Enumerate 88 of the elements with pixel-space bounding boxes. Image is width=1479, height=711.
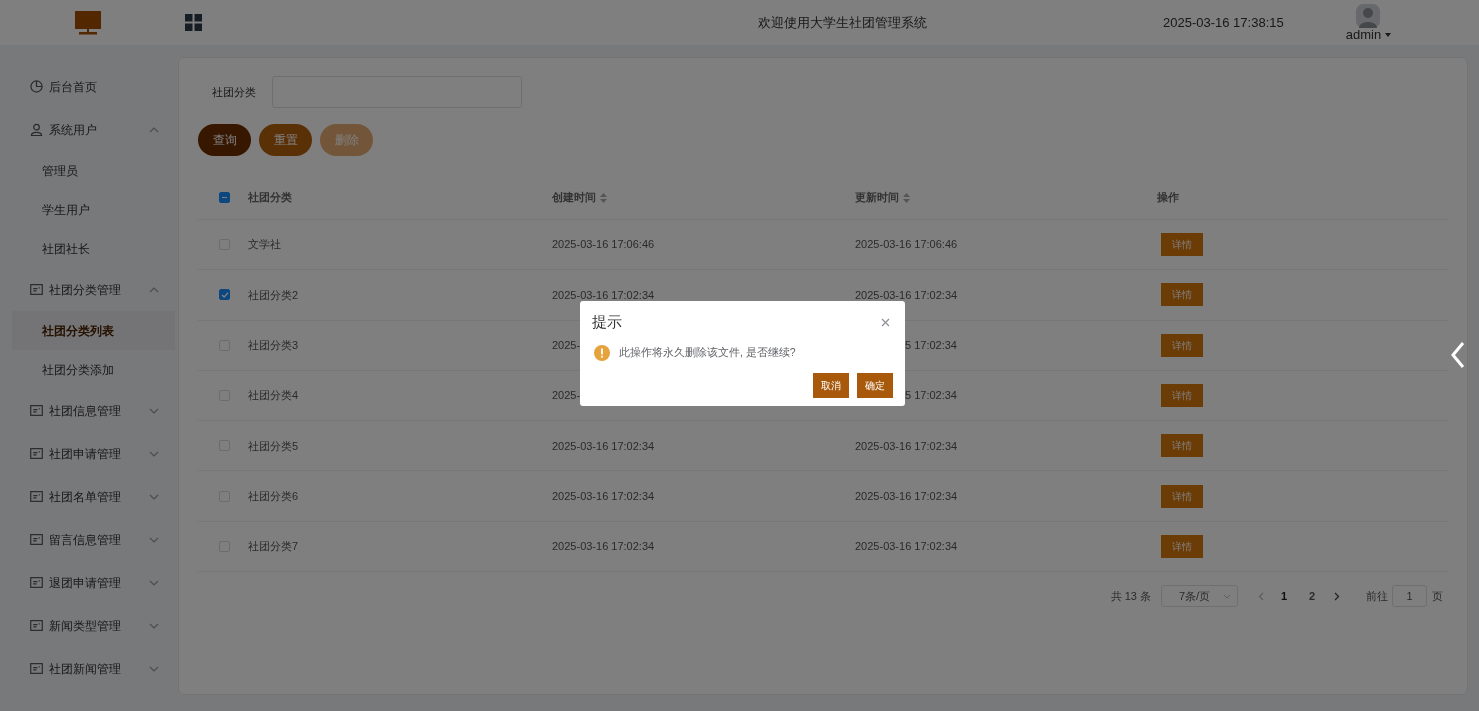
table-cell: 2025-03-16 17:02:34 [855,288,958,301]
table-cell: 2025-03-16 17:02:34 [552,288,655,301]
prev-page-icon[interactable] [1258,591,1264,601]
warning-icon [594,344,610,361]
sidebar-item[interactable]: 社团申请管理 [0,432,175,475]
sidebar-subitem[interactable]: 社团分类添加 [12,350,175,389]
user-menu[interactable]: admin [1345,27,1392,42]
table-cell-text: 社团分类6 [248,488,300,504]
user-icon [30,123,43,136]
sidebar-item[interactable]: 系统用户 [0,108,175,151]
sidebar-subitem[interactable]: 学生用户 [12,190,175,229]
datetime: 2025-03-16 17:38:15 [1163,13,1284,32]
details-button[interactable]: 详情 [1161,534,1203,558]
sidebar-item[interactable]: 社团名单管理 [0,475,175,518]
table-cell-text: 社团分类7 [248,539,300,555]
card-icon [30,620,43,631]
table-cell: 2025-03-16 17:02:34 [552,439,655,452]
card-icon [30,663,43,674]
sidebar-item[interactable]: 退团申请管理 [0,561,175,604]
card-icon [30,405,43,416]
sidebar-item[interactable]: 新闻类型管理 [0,604,175,647]
table-cell: 2025-03-16 17:02:34 [855,540,958,553]
table-cell: 5 17:02:34 [905,389,957,402]
sort-icon[interactable] [600,192,607,203]
details-button[interactable]: 详情 [1161,384,1203,408]
sidebar-subitem[interactable]: 社团分类列表 [12,311,175,350]
table-cell-text: 社团分类2 [248,287,300,303]
details-button[interactable]: 详情 [1161,333,1203,357]
table-cell: 2025-03-16 17:02:34 [855,439,958,452]
caret-icon [1385,32,1392,37]
sidebar-subitem[interactable]: 社团社长 [12,229,175,268]
dialog-title: 提示 [592,312,622,332]
goto-suffix: 页 [1432,588,1443,604]
page-button[interactable]: 2 [1304,587,1320,605]
table-cell: 2025-03-16 17:02:34 [552,489,655,502]
search-label: 社团分类 [212,84,256,100]
cancel-button[interactable]: 取消 [813,372,849,398]
goto-label: 前往 [1366,588,1388,604]
monitor-icon [74,10,101,35]
card-icon [30,448,43,459]
reset-button[interactable]: 重置 [259,124,312,156]
chevron-left-icon[interactable] [1450,341,1466,369]
page-size-select[interactable]: 7条/页 [1161,585,1238,608]
sidebar-subitem[interactable]: 管理员 [12,151,175,190]
grid-icon[interactable] [185,14,202,31]
column-header: 操作 [1157,190,1179,206]
table-cell: 2025-03-16 17:02:34 [552,540,655,553]
sort-icon[interactable] [903,192,910,203]
table-cell: 2025- [552,339,581,351]
sidebar-item[interactable]: 社团分类管理 [0,268,175,311]
checkbox[interactable] [219,192,230,203]
confirm-button[interactable]: 确定 [857,372,893,398]
table-cell: 2025-03-16 17:02:34 [855,489,958,502]
table-cell-text: 社团分类3 [248,338,300,353]
card-icon [30,491,43,502]
details-button[interactable]: 详情 [1161,434,1203,458]
table-cell: 5 17:02:34 [905,339,957,351]
column-header[interactable]: 创建时间 [552,189,596,206]
details-button[interactable]: 详情 [1161,283,1203,307]
query-button[interactable]: 查询 [198,124,251,156]
sidebar-item[interactable]: 留言信息管理 [0,518,175,561]
next-page-icon[interactable] [1334,591,1340,601]
total-count: 共 13 条 [1110,588,1151,604]
table-cell: 2025-03-16 17:06:46 [855,238,958,251]
table-cell: 2025- [552,389,581,402]
table-cell-text: 文学社 [248,237,282,253]
clock-icon [30,80,43,93]
table-cell-text: 社团分类4 [248,388,300,404]
sidebar-item[interactable]: 社团新闻管理 [0,647,175,690]
checkbox[interactable] [219,289,230,301]
chevron-down-icon [1223,593,1231,599]
column-header: 社团分类 [248,190,292,206]
system-title: 欢迎使用大学生社团管理系统 [758,13,927,32]
column-header[interactable]: 更新时间 [855,189,899,206]
close-icon[interactable] [881,317,890,327]
table-cell: 2025-03-16 17:06:46 [552,238,655,251]
goto-field[interactable]: 1 [1392,585,1427,608]
sidebar-item[interactable]: 社团信息管理 [0,389,175,432]
card-icon [30,577,43,588]
card-icon [30,284,43,295]
page-button[interactable]: 1 [1276,587,1292,605]
details-button[interactable]: 详情 [1161,484,1203,508]
avatar[interactable] [1356,3,1381,28]
card-icon [30,534,43,545]
sidebar-item[interactable]: 后台首页 [0,65,175,108]
table-cell-text: 社团分类5 [248,438,300,454]
details-button[interactable]: 详情 [1161,233,1203,257]
dialog-message: 此操作将永久删除该文件, 是否继续? [619,344,796,360]
